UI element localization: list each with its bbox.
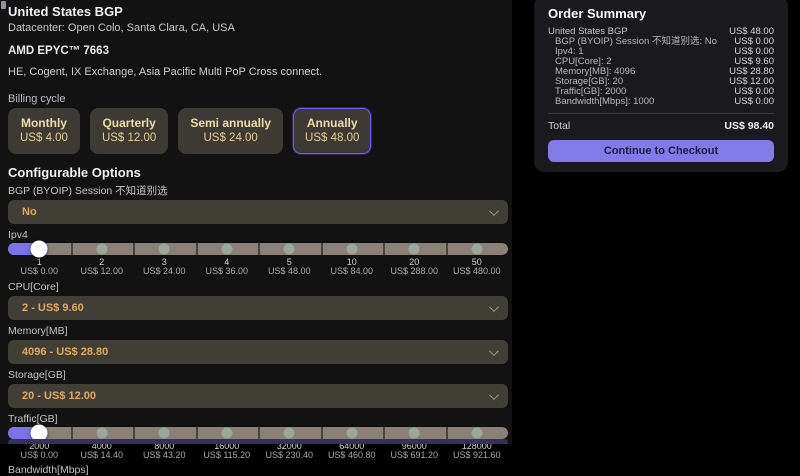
billing-option-price: US$ 12.00 bbox=[102, 131, 156, 146]
memory-select[interactable]: 4096 - US$ 28.80 bbox=[8, 340, 508, 364]
slider-segment-divider bbox=[71, 427, 73, 439]
slider-tick: 10US$ 84.00 bbox=[321, 257, 384, 276]
ipv4-slider-track[interactable] bbox=[8, 243, 508, 255]
total-price: US$ 98.40 bbox=[724, 120, 774, 132]
slider-tick-dot bbox=[96, 244, 107, 255]
storage-label: Storage[GB] bbox=[8, 370, 508, 381]
ipv4-slider-ticks: 1US$ 0.00 2US$ 12.00 3US$ 24.00 4US$ 36.… bbox=[8, 257, 508, 276]
billing-option-price: US$ 48.00 bbox=[305, 131, 359, 146]
slider-tick: 1US$ 0.00 bbox=[8, 257, 71, 276]
slider-tick-dot bbox=[346, 428, 357, 439]
slider-tick: 2US$ 12.00 bbox=[71, 257, 134, 276]
configurable-options-heading: Configurable Options bbox=[8, 165, 508, 180]
slider-tick-dot bbox=[221, 244, 232, 255]
billing-option-name: Annually bbox=[305, 116, 359, 131]
slider-segment-divider bbox=[133, 243, 135, 255]
cpu-core-select[interactable]: 2 - US$ 9.60 bbox=[8, 296, 508, 320]
slider-tick-dot bbox=[284, 244, 295, 255]
slider-tick: 50US$ 480.00 bbox=[446, 257, 509, 276]
cpu-core-value: 2 - US$ 9.60 bbox=[22, 302, 84, 314]
summary-divider bbox=[548, 113, 774, 114]
slider-segment-divider bbox=[196, 243, 198, 255]
order-summary-card: Order Summary United States BGP US$ 48.0… bbox=[534, 0, 788, 172]
traffic-label: Traffic[GB] bbox=[8, 414, 508, 425]
slider-tick-dot bbox=[159, 244, 170, 255]
slider-tick-dot bbox=[471, 428, 482, 439]
billing-option-monthly[interactable]: Monthly US$ 4.00 bbox=[8, 108, 80, 154]
total-row: Total US$ 98.40 bbox=[548, 120, 774, 132]
billing-option-annually[interactable]: Annually US$ 48.00 bbox=[293, 108, 371, 154]
storage-value: 20 - US$ 12.00 bbox=[22, 390, 96, 402]
slider-tick: 3US$ 24.00 bbox=[133, 257, 196, 276]
slider-segment-divider bbox=[383, 427, 385, 439]
slider-segment-divider bbox=[321, 427, 323, 439]
network-description-text: HE, Cogent, IX Exchange, Asia Pacific Mu… bbox=[8, 66, 508, 79]
ipv4-slider[interactable]: 1US$ 0.00 2US$ 12.00 3US$ 24.00 4US$ 36.… bbox=[8, 243, 508, 276]
slider-tick-dot bbox=[284, 428, 295, 439]
billing-option-name: Quarterly bbox=[102, 116, 156, 131]
slider-tick-dot bbox=[159, 428, 170, 439]
slider-segment-divider bbox=[446, 243, 448, 255]
billing-option-price: US$ 24.00 bbox=[190, 131, 271, 146]
slider-tick: 20US$ 288.00 bbox=[383, 257, 446, 276]
slider-segment-divider bbox=[133, 427, 135, 439]
chevron-down-icon bbox=[489, 302, 499, 312]
billing-cycle-options: Monthly US$ 4.00 Quarterly US$ 12.00 Sem… bbox=[8, 108, 508, 154]
slider-tick-dot bbox=[346, 244, 357, 255]
summary-row-label: Bandwidth[Mbps]: 1000 bbox=[548, 97, 654, 107]
billing-option-price: US$ 4.00 bbox=[20, 131, 68, 146]
storage-select[interactable]: 20 - US$ 12.00 bbox=[8, 384, 508, 408]
bgp-session-label: BGP (BYOIP) Session 不知道别选 bbox=[8, 186, 508, 197]
memory-label: Memory[MB] bbox=[8, 326, 508, 337]
slider-segment-divider bbox=[321, 243, 323, 255]
continue-to-checkout-button[interactable]: Continue to Checkout bbox=[548, 140, 774, 162]
billing-option-name: Monthly bbox=[20, 116, 68, 131]
slider-tick: 5US$ 48.00 bbox=[258, 257, 321, 276]
slider-segment-divider bbox=[383, 243, 385, 255]
slider-tick: 4US$ 36.00 bbox=[196, 257, 259, 276]
product-config-panel: United States BGP Datacenter: Open Colo,… bbox=[0, 0, 512, 444]
bandwidth-slider-track[interactable] bbox=[8, 439, 508, 444]
ipv4-slider-handle[interactable] bbox=[31, 241, 48, 258]
slider-tick-dot bbox=[221, 428, 232, 439]
slider-tick-dot bbox=[409, 428, 420, 439]
cpu-core-label: CPU[Core] bbox=[8, 282, 508, 293]
slider-tick-dot bbox=[471, 244, 482, 255]
bgp-session-value: No bbox=[22, 206, 37, 218]
cpu-model-text: AMD EPYC™ 7663 bbox=[8, 45, 508, 58]
slider-segment-divider bbox=[258, 243, 260, 255]
chevron-down-icon bbox=[489, 206, 499, 216]
ipv4-label: Ipv4 bbox=[8, 230, 508, 241]
corner-glyph-icon bbox=[1, 1, 6, 9]
billing-option-semi-annually[interactable]: Semi annually US$ 24.00 bbox=[178, 108, 283, 154]
chevron-down-icon bbox=[489, 390, 499, 400]
traffic-slider-track[interactable] bbox=[8, 427, 508, 439]
order-summary-heading: Order Summary bbox=[548, 6, 774, 21]
memory-value: 4096 - US$ 28.80 bbox=[22, 346, 108, 358]
summary-row: Bandwidth[Mbps]: 1000 US$ 0.00 bbox=[548, 97, 774, 107]
page-title: United States BGP bbox=[8, 4, 508, 19]
slider-segment-divider bbox=[71, 243, 73, 255]
billing-cycle-label: Billing cycle bbox=[8, 93, 508, 106]
bgp-session-select[interactable]: No bbox=[8, 200, 508, 224]
slider-tick-dot bbox=[409, 244, 420, 255]
billing-option-quarterly[interactable]: Quarterly US$ 12.00 bbox=[90, 108, 168, 154]
total-label: Total bbox=[548, 120, 570, 132]
slider-segment-divider bbox=[258, 427, 260, 439]
slider-segment-divider bbox=[196, 427, 198, 439]
bandwidth-label: Bandwidth[Mbps] bbox=[8, 465, 508, 476]
chevron-down-icon bbox=[489, 346, 499, 356]
slider-tick-dot bbox=[96, 428, 107, 439]
datacenter-text: Datacenter: Open Colo, Santa Clara, CA, … bbox=[8, 22, 508, 35]
summary-row-price: US$ 0.00 bbox=[734, 97, 774, 107]
billing-option-name: Semi annually bbox=[190, 116, 271, 131]
slider-segment-divider bbox=[446, 427, 448, 439]
